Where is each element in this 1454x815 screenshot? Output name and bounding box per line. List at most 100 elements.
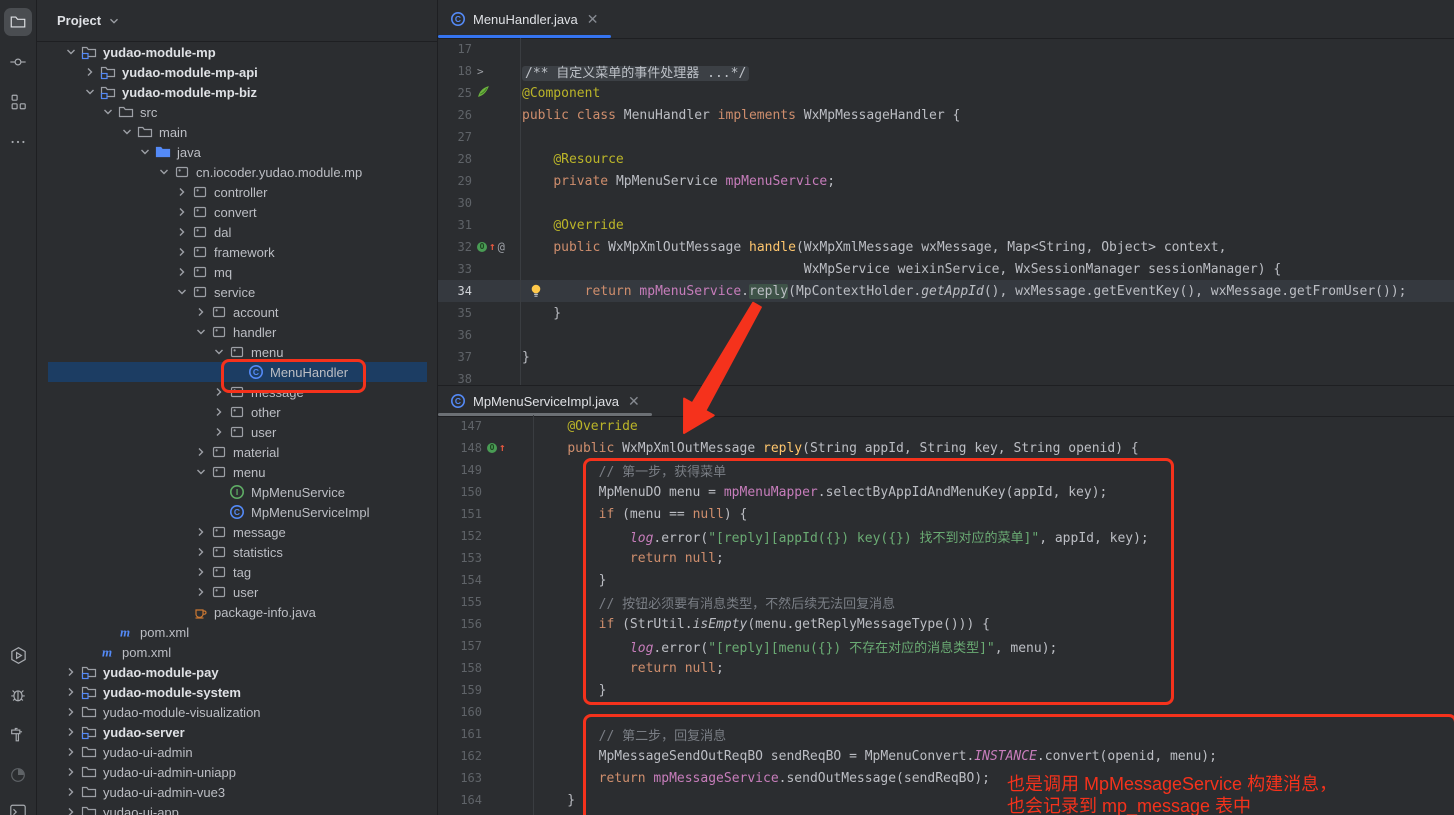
tree-item-controller[interactable]: controller xyxy=(37,182,437,202)
fold-icon[interactable]: > xyxy=(477,65,484,78)
chevron-expanded-icon[interactable] xyxy=(137,144,153,160)
tree-item-yudao-server[interactable]: yudao-server xyxy=(37,722,437,742)
debug-icon[interactable] xyxy=(4,681,32,709)
chevron-expanded-icon[interactable] xyxy=(63,44,79,60)
tree-item-user[interactable]: user xyxy=(37,422,437,442)
chevron-expanded-icon[interactable] xyxy=(82,84,98,100)
code-line-164[interactable]: 164 } xyxy=(438,789,1454,811)
code-line-28[interactable]: 28 @Resource xyxy=(438,148,1454,170)
navigate-up-icon[interactable]: ↑ xyxy=(489,242,496,252)
chevron-collapsed-icon[interactable] xyxy=(193,304,209,320)
chevron-collapsed-icon[interactable] xyxy=(174,264,190,280)
code-line-161[interactable]: 161 // 第二步，回复消息 xyxy=(438,723,1454,745)
tree-item-yudao-ui-admin-uniapp[interactable]: yudao-ui-admin-uniapp xyxy=(37,762,437,782)
chevron-collapsed-icon[interactable] xyxy=(63,784,79,800)
structure-icon[interactable] xyxy=(4,88,32,116)
code-line-156[interactable]: 156 if (StrUtil.isEmpty(menu.getReplyMes… xyxy=(438,613,1454,635)
chevron-expanded-icon[interactable] xyxy=(100,104,116,120)
tree-item-cn.iocoder.yudao.module.mp[interactable]: cn.iocoder.yudao.module.mp xyxy=(37,162,437,182)
chevron-collapsed-icon[interactable] xyxy=(63,764,79,780)
tree-item-other[interactable]: other xyxy=(37,402,437,422)
more-icon[interactable] xyxy=(4,128,32,156)
close-icon[interactable]: ✕ xyxy=(628,393,640,410)
tree-item-yudao-module-mp-api[interactable]: yudao-module-mp-api xyxy=(37,62,437,82)
tree-item-pom.xml[interactable]: mpom.xml xyxy=(37,622,437,642)
chevron-expanded-icon[interactable] xyxy=(193,464,209,480)
code-line-159[interactable]: 159 } xyxy=(438,679,1454,701)
tree-item-yudao-module-visualization[interactable]: yudao-module-visualization xyxy=(37,702,437,722)
code-line-154[interactable]: 154 } xyxy=(438,569,1454,591)
chevron-collapsed-icon[interactable] xyxy=(193,544,209,560)
tree-item-message[interactable]: message xyxy=(37,522,437,542)
code-line-162[interactable]: 162 MpMessageSendOutReqBO sendReqBO = Mp… xyxy=(438,745,1454,767)
chevron-collapsed-icon[interactable] xyxy=(63,704,79,720)
code-line-35[interactable]: 35 } xyxy=(438,302,1454,324)
chevron-expanded-icon[interactable] xyxy=(193,324,209,340)
tree-item-pom.xml[interactable]: mpom.xml xyxy=(37,642,437,662)
code-line-147[interactable]: 147 @Override xyxy=(438,415,1454,437)
code-line-17[interactable]: 17 xyxy=(438,38,1454,60)
tree-item-service[interactable]: service xyxy=(37,282,437,302)
tree-item-mpmenuservice[interactable]: IMpMenuService xyxy=(37,482,437,502)
profiler-icon[interactable] xyxy=(4,761,32,789)
tab-menuhandler[interactable]: C MenuHandler.java ✕ xyxy=(438,0,611,38)
tree-item-handler[interactable]: handler xyxy=(37,322,437,342)
chevron-collapsed-icon[interactable] xyxy=(174,184,190,200)
tree-item-user[interactable]: user xyxy=(37,582,437,602)
tree-item-yudao-module-pay[interactable]: yudao-module-pay xyxy=(37,662,437,682)
override-gutter-icon[interactable]: O xyxy=(477,242,487,252)
tree-item-main[interactable]: main xyxy=(37,122,437,142)
code-line-29[interactable]: 29 private MpMenuService mpMenuService; xyxy=(438,170,1454,192)
chevron-expanded-icon[interactable] xyxy=(119,124,135,140)
tree-item-menu[interactable]: menu xyxy=(37,462,437,482)
code-line-153[interactable]: 153 return null; xyxy=(438,547,1454,569)
chevron-collapsed-icon[interactable] xyxy=(193,524,209,540)
tree-item-message[interactable]: message xyxy=(37,382,437,402)
chevron-collapsed-icon[interactable] xyxy=(82,64,98,80)
tree-item-convert[interactable]: convert xyxy=(37,202,437,222)
chevron-collapsed-icon[interactable] xyxy=(174,204,190,220)
terminal-icon[interactable] xyxy=(4,798,32,815)
commit-icon[interactable] xyxy=(4,48,32,76)
tree-item-java[interactable]: java xyxy=(37,142,437,162)
chevron-collapsed-icon[interactable] xyxy=(174,224,190,240)
run-icon[interactable] xyxy=(4,641,32,669)
navigate-up-icon[interactable]: ↑ xyxy=(499,443,506,453)
spring-bean-icon[interactable] xyxy=(477,85,490,102)
code-line-158[interactable]: 158 return null; xyxy=(438,657,1454,679)
tree-item-material[interactable]: material xyxy=(37,442,437,462)
code-line-37[interactable]: 37} xyxy=(438,346,1454,368)
code-line-152[interactable]: 152 log.error("[reply][appId({}) key({})… xyxy=(438,525,1454,547)
code-line-34[interactable]: 34 return mpMenuService.reply(MpContextH… xyxy=(438,280,1454,302)
code-line-149[interactable]: 149 // 第一步，获得菜单 xyxy=(438,459,1454,481)
tree-item-menu[interactable]: menu xyxy=(37,342,437,362)
project-panel-header[interactable]: Project xyxy=(37,0,437,42)
code-line-160[interactable]: 160 xyxy=(438,701,1454,723)
chevron-collapsed-icon[interactable] xyxy=(193,564,209,580)
code-line-27[interactable]: 27 xyxy=(438,126,1454,148)
chevron-collapsed-icon[interactable] xyxy=(193,584,209,600)
tree-item-yudao-module-mp[interactable]: yudao-module-mp xyxy=(37,42,437,62)
chevron-collapsed-icon[interactable] xyxy=(211,424,227,440)
code-line-25[interactable]: 25@Component xyxy=(438,82,1454,104)
chevron-collapsed-icon[interactable] xyxy=(63,804,79,815)
override-gutter-icon[interactable]: O xyxy=(487,443,497,453)
tree-item-account[interactable]: account xyxy=(37,302,437,322)
chevron-collapsed-icon[interactable] xyxy=(211,384,227,400)
chevron-collapsed-icon[interactable] xyxy=(63,744,79,760)
tree-item-framework[interactable]: framework xyxy=(37,242,437,262)
code-line-148[interactable]: 148O↑ public WxMpXmlOutMessage reply(Str… xyxy=(438,437,1454,459)
code-line-33[interactable]: 33 WxMpService weixinService, WxSessionM… xyxy=(438,258,1454,280)
chevron-collapsed-icon[interactable] xyxy=(211,404,227,420)
build-icon[interactable] xyxy=(4,721,32,749)
tree-item-tag[interactable]: tag xyxy=(37,562,437,582)
tree-item-yudao-ui-admin-vue3[interactable]: yudao-ui-admin-vue3 xyxy=(37,782,437,802)
code-line-18[interactable]: 18>/** 自定义菜单的事件处理器 ...*/ xyxy=(438,60,1454,82)
tree-item-package-info.java[interactable]: package-info.java xyxy=(37,602,437,622)
chevron-expanded-icon[interactable] xyxy=(156,164,172,180)
tree-item-statistics[interactable]: statistics xyxy=(37,542,437,562)
code-line-163[interactable]: 163 return mpMessageService.sendOutMessa… xyxy=(438,767,1454,789)
code-line-36[interactable]: 36 xyxy=(438,324,1454,346)
chevron-collapsed-icon[interactable] xyxy=(193,444,209,460)
chevron-collapsed-icon[interactable] xyxy=(63,664,79,680)
